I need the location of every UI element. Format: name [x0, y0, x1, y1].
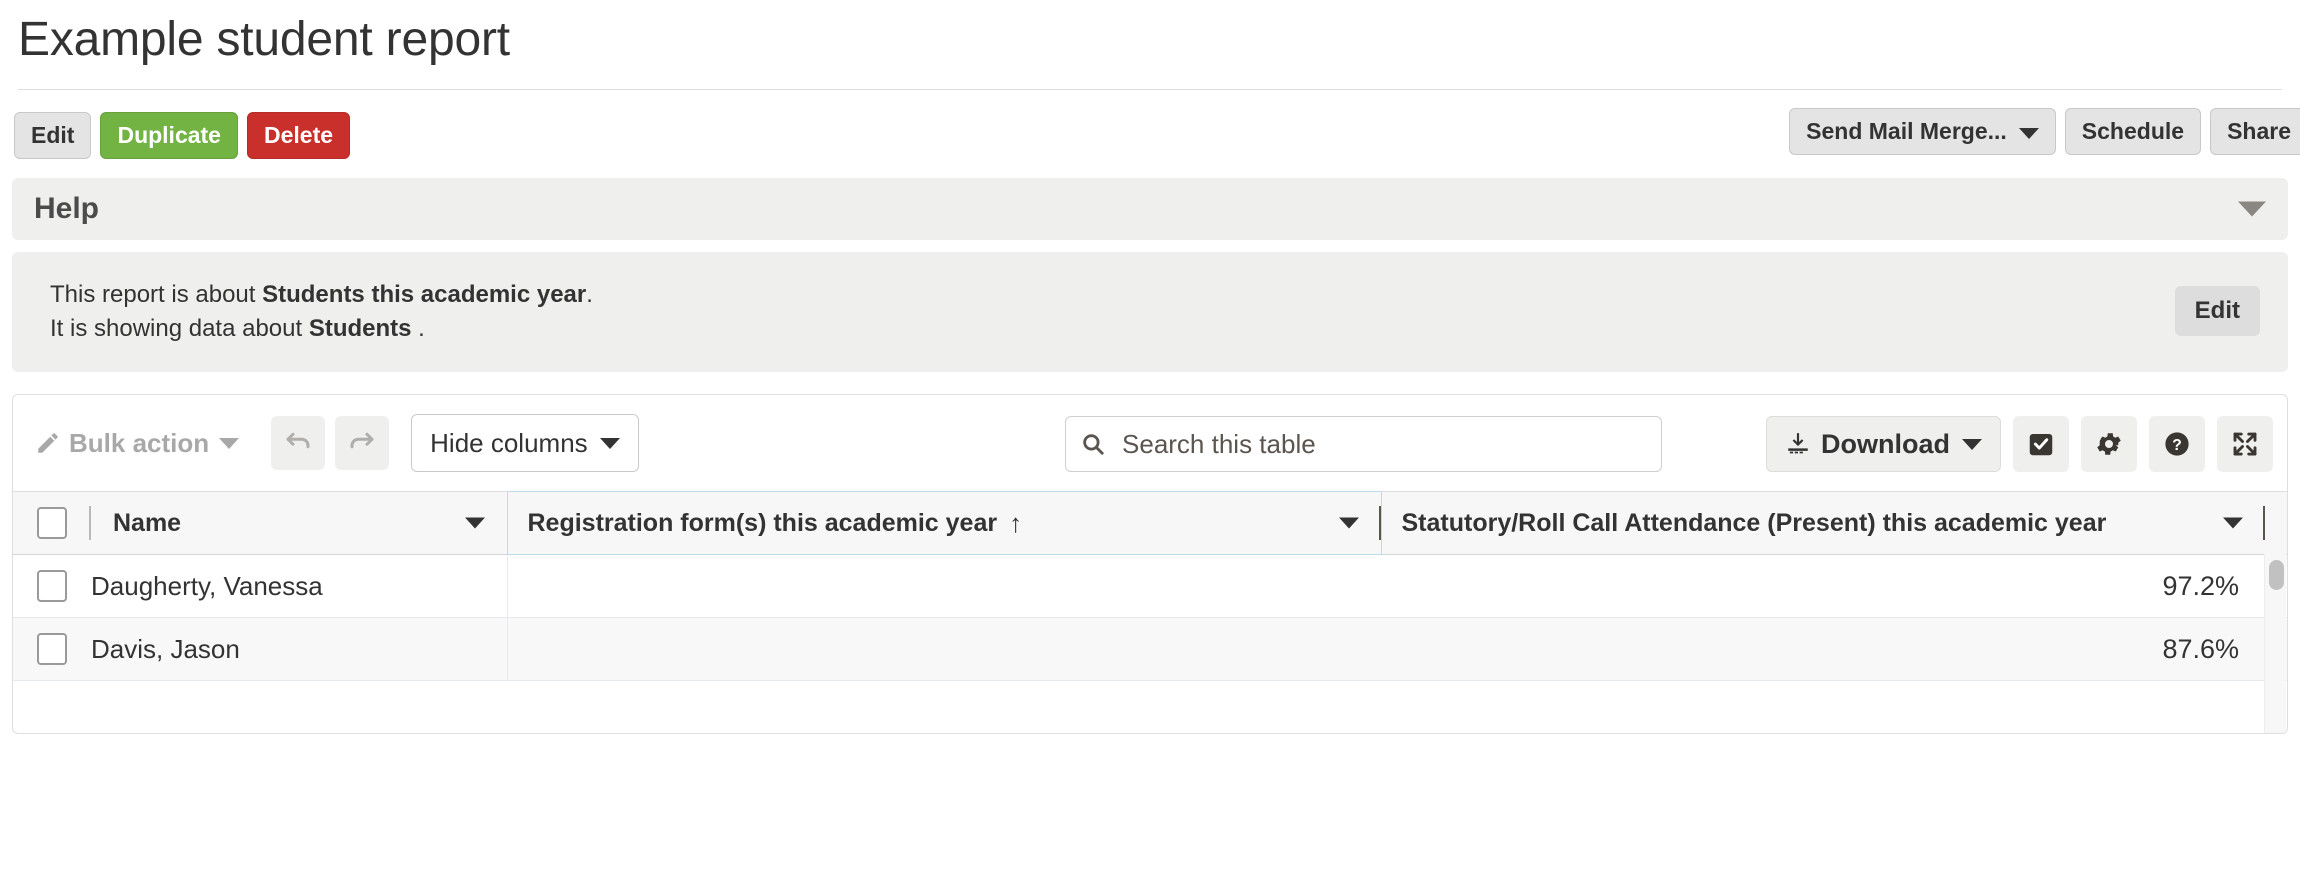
column-header-registration[interactable]: Registration form(s) this academic year … — [507, 492, 1381, 555]
chevron-down-icon — [1962, 439, 1982, 450]
row-name-label: Davis, Jason — [91, 634, 240, 665]
row-name-label: Daugherty, Vanessa — [91, 571, 323, 602]
row-attendance-value: 97.2% — [2162, 571, 2239, 602]
redo-button[interactable] — [335, 416, 389, 470]
download-icon — [1785, 431, 1811, 457]
column-header-attendance[interactable]: Statutory/Roll Call Attendance (Present)… — [1381, 492, 2287, 555]
report-table: Name Registration form(s) this academic … — [13, 491, 2287, 681]
bulk-action-label: Bulk action — [69, 428, 209, 459]
question-circle-icon: ? — [2162, 429, 2192, 459]
undo-button[interactable] — [271, 416, 325, 470]
chevron-down-icon[interactable] — [2223, 518, 2243, 529]
page-header: Example student report — [0, 0, 2300, 67]
row-registration-cell — [507, 618, 1381, 681]
redo-icon — [347, 428, 377, 458]
send-mail-merge-label: Send Mail Merge... — [1806, 118, 2007, 144]
pencil-icon — [35, 430, 61, 456]
select-rows-button[interactable] — [2013, 416, 2069, 472]
column-header-name[interactable]: Name — [13, 492, 507, 555]
schedule-button[interactable]: Schedule — [2065, 108, 2201, 155]
table-row[interactable]: Daugherty, Vanessa 97.2% — [13, 555, 2287, 618]
column-header-name-label: Name — [113, 509, 181, 538]
bulk-action-dropdown[interactable]: Bulk action — [29, 428, 245, 459]
chevron-down-icon — [2238, 202, 2266, 217]
settings-button[interactable] — [2081, 416, 2137, 472]
table-header: Name Registration form(s) this academic … — [13, 492, 2287, 555]
column-resize-handle[interactable] — [2263, 506, 2265, 540]
table-row[interactable]: Davis, Jason 87.6% — [13, 618, 2287, 681]
help-line-1-prefix: This report is about — [50, 281, 262, 308]
column-header-registration-label: Registration form(s) this academic year — [528, 509, 998, 538]
action-bar-right: Send Mail Merge... Schedule Share — [1780, 108, 2300, 155]
checkbox-checked-icon — [2026, 429, 2056, 459]
chevron-down-icon[interactable] — [1339, 518, 1359, 529]
row-name-cell: Daugherty, Vanessa — [13, 555, 507, 618]
expand-arrows-icon — [2230, 429, 2260, 459]
search-container — [1065, 416, 1662, 472]
row-select-checkbox[interactable] — [37, 570, 67, 602]
expand-button[interactable] — [2217, 416, 2273, 472]
page-title: Example student report — [18, 12, 2282, 67]
download-label: Download — [1821, 429, 1950, 460]
hide-columns-dropdown[interactable]: Hide columns — [411, 414, 639, 472]
table-header-row: Name Registration form(s) this academic … — [13, 492, 2287, 555]
send-mail-merge-button[interactable]: Send Mail Merge... — [1789, 108, 2056, 155]
chevron-down-icon — [600, 438, 620, 449]
duplicate-button[interactable]: Duplicate — [100, 112, 238, 159]
report-page: Example student report Edit Duplicate De… — [0, 0, 2300, 872]
help-section-toggle[interactable]: Help — [12, 178, 2288, 240]
table-vertical-scrollbar[interactable] — [2264, 554, 2286, 733]
scrollbar-thumb[interactable] — [2269, 560, 2284, 590]
hide-columns-label: Hide columns — [430, 428, 588, 459]
download-button[interactable]: Download — [1766, 416, 2001, 472]
help-description-panel: This report is about Students this acade… — [12, 252, 2288, 372]
chevron-down-icon — [219, 438, 239, 449]
help-line-2: It is showing data about Students . — [50, 312, 2262, 346]
sort-ascending-icon: ↑ — [1009, 508, 1022, 539]
action-bar: Edit Duplicate Delete Send Mail Merge...… — [0, 90, 2300, 162]
row-attendance-cell: 87.6% — [1381, 618, 2287, 681]
table-toolbar-right: Download ? — [1766, 416, 2273, 472]
select-all-checkbox[interactable] — [37, 507, 67, 539]
row-registration-cell — [507, 555, 1381, 618]
help-line-1-suffix: . — [586, 281, 593, 308]
help-button[interactable]: ? — [2149, 416, 2205, 472]
table-panel: Bulk action Hide columns — [12, 394, 2288, 734]
row-attendance-cell: 97.2% — [1381, 555, 2287, 618]
help-line-2-strong: Students — [309, 315, 412, 342]
svg-text:?: ? — [2172, 437, 2182, 454]
gear-icon — [2094, 429, 2124, 459]
row-select-checkbox[interactable] — [37, 633, 67, 665]
column-header-attendance-label: Statutory/Roll Call Attendance (Present)… — [1402, 509, 2107, 538]
table-toolbar: Bulk action Hide columns — [13, 395, 2287, 491]
search-input[interactable] — [1120, 428, 1647, 461]
header-divider-icon — [89, 506, 91, 540]
search-icon — [1080, 430, 1106, 458]
help-line-1: This report is about Students this acade… — [50, 278, 2262, 312]
help-line-2-suffix: . — [412, 315, 425, 342]
row-attendance-value: 87.6% — [2162, 634, 2239, 665]
row-name-cell: Davis, Jason — [13, 618, 507, 681]
help-line-2-prefix: It is showing data about — [50, 315, 309, 342]
undo-icon — [283, 428, 313, 458]
edit-button[interactable]: Edit — [14, 112, 91, 159]
help-line-1-strong: Students this academic year — [262, 281, 586, 308]
help-edit-button[interactable]: Edit — [2175, 286, 2260, 336]
delete-button[interactable]: Delete — [247, 112, 350, 159]
chevron-down-icon — [2019, 128, 2039, 139]
chevron-down-icon[interactable] — [465, 518, 485, 529]
help-section-title: Help — [34, 192, 99, 226]
share-button[interactable]: Share — [2210, 108, 2300, 155]
table-body: Daugherty, Vanessa 97.2% Davis, Jaso — [13, 555, 2287, 681]
